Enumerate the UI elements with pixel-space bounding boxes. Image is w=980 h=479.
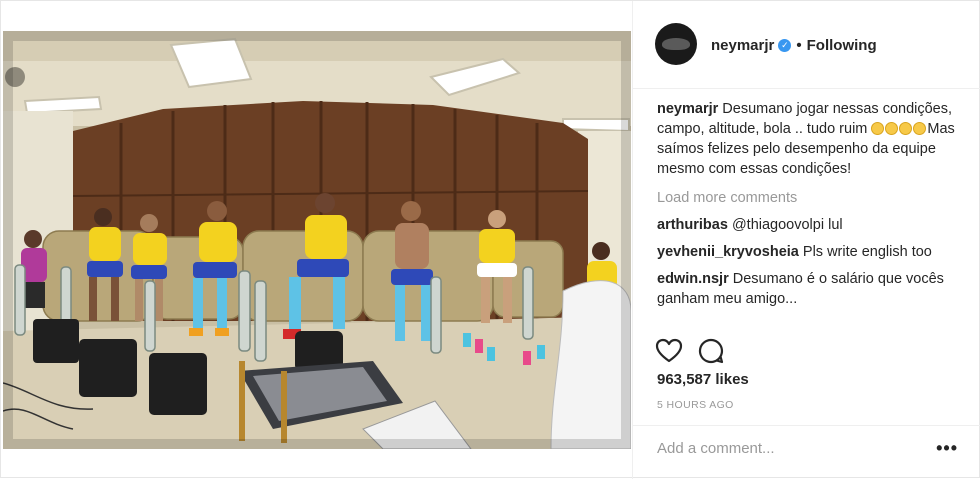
author-avatar[interactable]	[655, 23, 697, 65]
locker-room-photo	[3, 31, 631, 449]
post-side-panel: neymarjr ✓ • Following neymarjr Desumano…	[632, 1, 980, 479]
comment-item: yevhenii_kryvosheia Pls write english to…	[657, 242, 969, 262]
comment-username[interactable]: arthuribas	[657, 217, 728, 233]
follow-separator: •	[796, 37, 802, 54]
likes-count[interactable]: 963,587 likes	[657, 371, 749, 388]
more-options-icon[interactable]: •••	[936, 438, 958, 459]
post-timestamp[interactable]: 5 HOURS AGO	[657, 399, 734, 411]
laughing-tears-emoji-icon	[899, 122, 913, 135]
comment-item: arthuribas @thiagoovolpi lul	[657, 215, 969, 235]
comments-section: neymarjr Desumano jogar nessas condições…	[657, 97, 969, 325]
comment-text: @thiagoovolpi lul	[731, 217, 843, 233]
laughing-tears-emoji-icon	[871, 122, 885, 135]
comment-item: edwin.nsjr Desumano é o salário que você…	[657, 269, 969, 309]
instagram-post: neymarjr ✓ • Following neymarjr Desumano…	[0, 0, 980, 479]
following-button[interactable]: Following	[807, 37, 877, 54]
post-header: neymarjr ✓ • Following	[633, 1, 980, 89]
heart-icon[interactable]	[655, 337, 683, 365]
post-actions	[655, 337, 955, 367]
post-caption: neymarjr Desumano jogar nessas condições…	[657, 99, 969, 179]
add-comment-bar: Add a comment... •••	[633, 425, 980, 479]
comment-username[interactable]: edwin.nsjr	[657, 271, 729, 287]
avatar-logo-icon	[662, 38, 690, 50]
laughing-tears-emoji-icon	[885, 122, 899, 135]
comment-username[interactable]: yevhenii_kryvosheia	[657, 244, 799, 260]
laughing-tears-emoji-icon	[913, 122, 927, 135]
comment-text: Pls write english too	[802, 244, 932, 260]
post-photo[interactable]	[3, 31, 631, 449]
comments-overflow-fade: · · · · · · · · · · · · · · · · · · · · …	[657, 312, 969, 321]
load-more-comments-link[interactable]: Load more comments	[657, 188, 969, 208]
verified-badge-icon: ✓	[778, 39, 792, 52]
laughing-tears-emoji-group	[871, 121, 927, 137]
caption-username[interactable]: neymarjr	[657, 101, 718, 117]
comment-bubble-icon[interactable]	[697, 337, 725, 365]
author-username[interactable]: neymarjr	[711, 37, 774, 54]
author-row: neymarjr ✓ • Following	[711, 37, 877, 54]
add-comment-input[interactable]: Add a comment...	[657, 440, 775, 457]
